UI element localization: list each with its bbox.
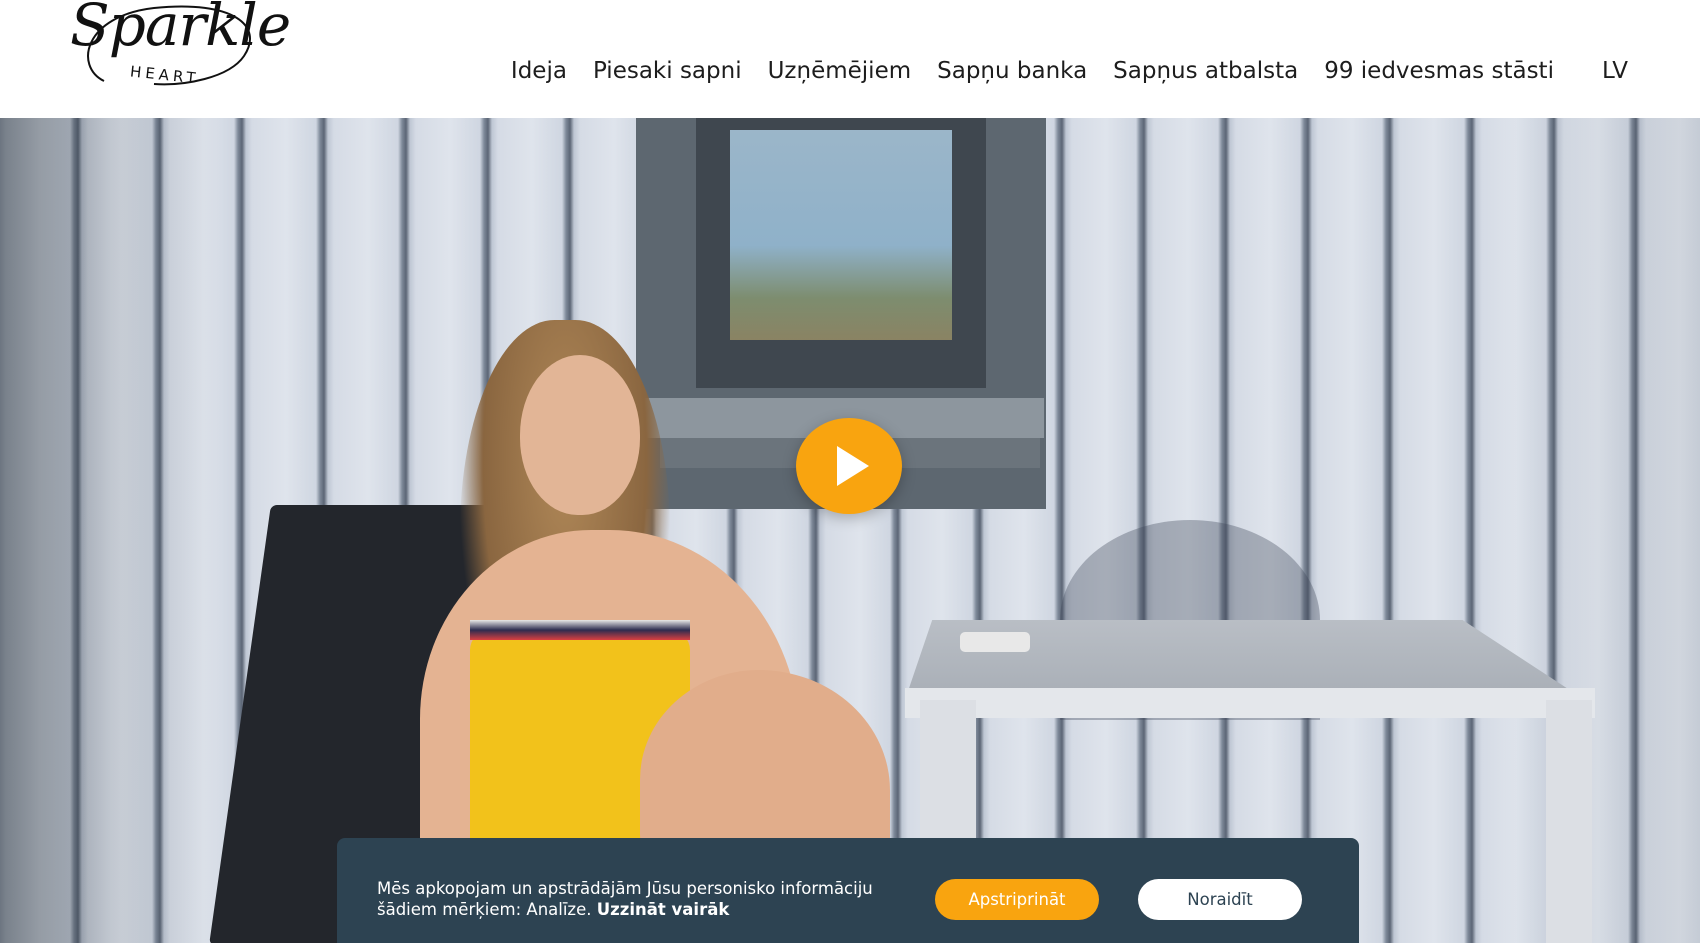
nav-item-iedvesmas-stasti[interactable]: 99 iedvesmas stāsti (1324, 58, 1554, 84)
nav-item-sapnus-atbalsta[interactable]: Sapņus atbalsta (1113, 58, 1298, 84)
play-button[interactable] (796, 418, 902, 514)
nav-item-piesaki-sapni[interactable]: Piesaki sapni (593, 58, 742, 84)
play-icon (837, 446, 869, 486)
main-nav: Ideja Piesaki sapni Uzņēmējiem Sapņu ban… (485, 58, 1628, 84)
sparkle-heart-logo[interactable]: Sparkle HEART (64, 0, 291, 106)
phone-on-table (960, 632, 1030, 652)
torn-paper-edge (0, 96, 1700, 117)
language-switcher[interactable]: LV (1602, 58, 1628, 84)
cookie-banner: Mēs apkopojam un apstrādājām Jūsu person… (337, 838, 1359, 943)
nav-item-ideja[interactable]: Ideja (511, 58, 567, 84)
nav-item-uznemejiem[interactable]: Uzņēmējiem (768, 58, 912, 84)
cookie-accept-button[interactable]: Apstriprināt (935, 879, 1099, 920)
logo-script: Sparkle (70, 0, 291, 59)
cookie-text: Mēs apkopojam un apstrādājām Jūsu person… (377, 878, 877, 920)
nav-item-sapnu-banka[interactable]: Sapņu banka (937, 58, 1087, 84)
cookie-learn-more-link[interactable]: Uzzināt vairāk (597, 900, 730, 919)
striped-band (470, 620, 690, 640)
cookie-reject-button[interactable]: Noraidīt (1138, 879, 1302, 920)
table-leg-right (1546, 700, 1592, 943)
table-apron (905, 688, 1595, 718)
woman-face (520, 355, 640, 515)
hero-video[interactable] (0, 100, 1700, 943)
